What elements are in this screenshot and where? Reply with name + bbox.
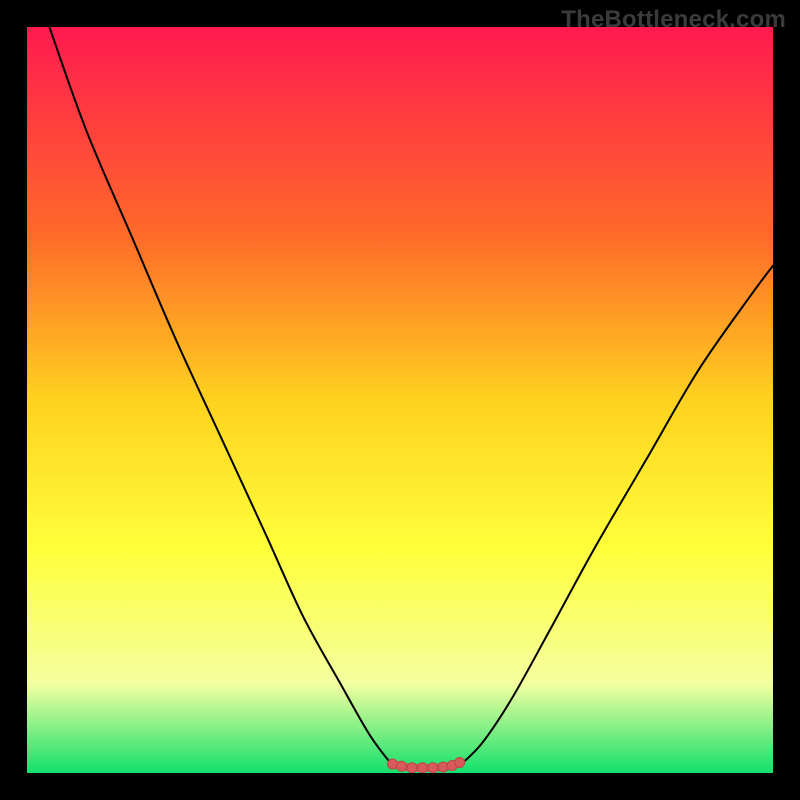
valley-marker-dot <box>438 762 448 772</box>
watermark-text: TheBottleneck.com <box>561 6 786 34</box>
gradient-background <box>27 27 773 773</box>
valley-marker-dot <box>407 763 417 773</box>
valley-marker-dot <box>417 763 427 773</box>
valley-marker-dot <box>455 758 465 768</box>
plot-area <box>27 27 773 773</box>
chart-svg <box>27 27 773 773</box>
chart-frame: TheBottleneck.com <box>0 0 800 800</box>
valley-marker-dot <box>428 763 438 773</box>
valley-marker-dot <box>396 761 406 771</box>
valley-marker-dot <box>388 759 398 769</box>
